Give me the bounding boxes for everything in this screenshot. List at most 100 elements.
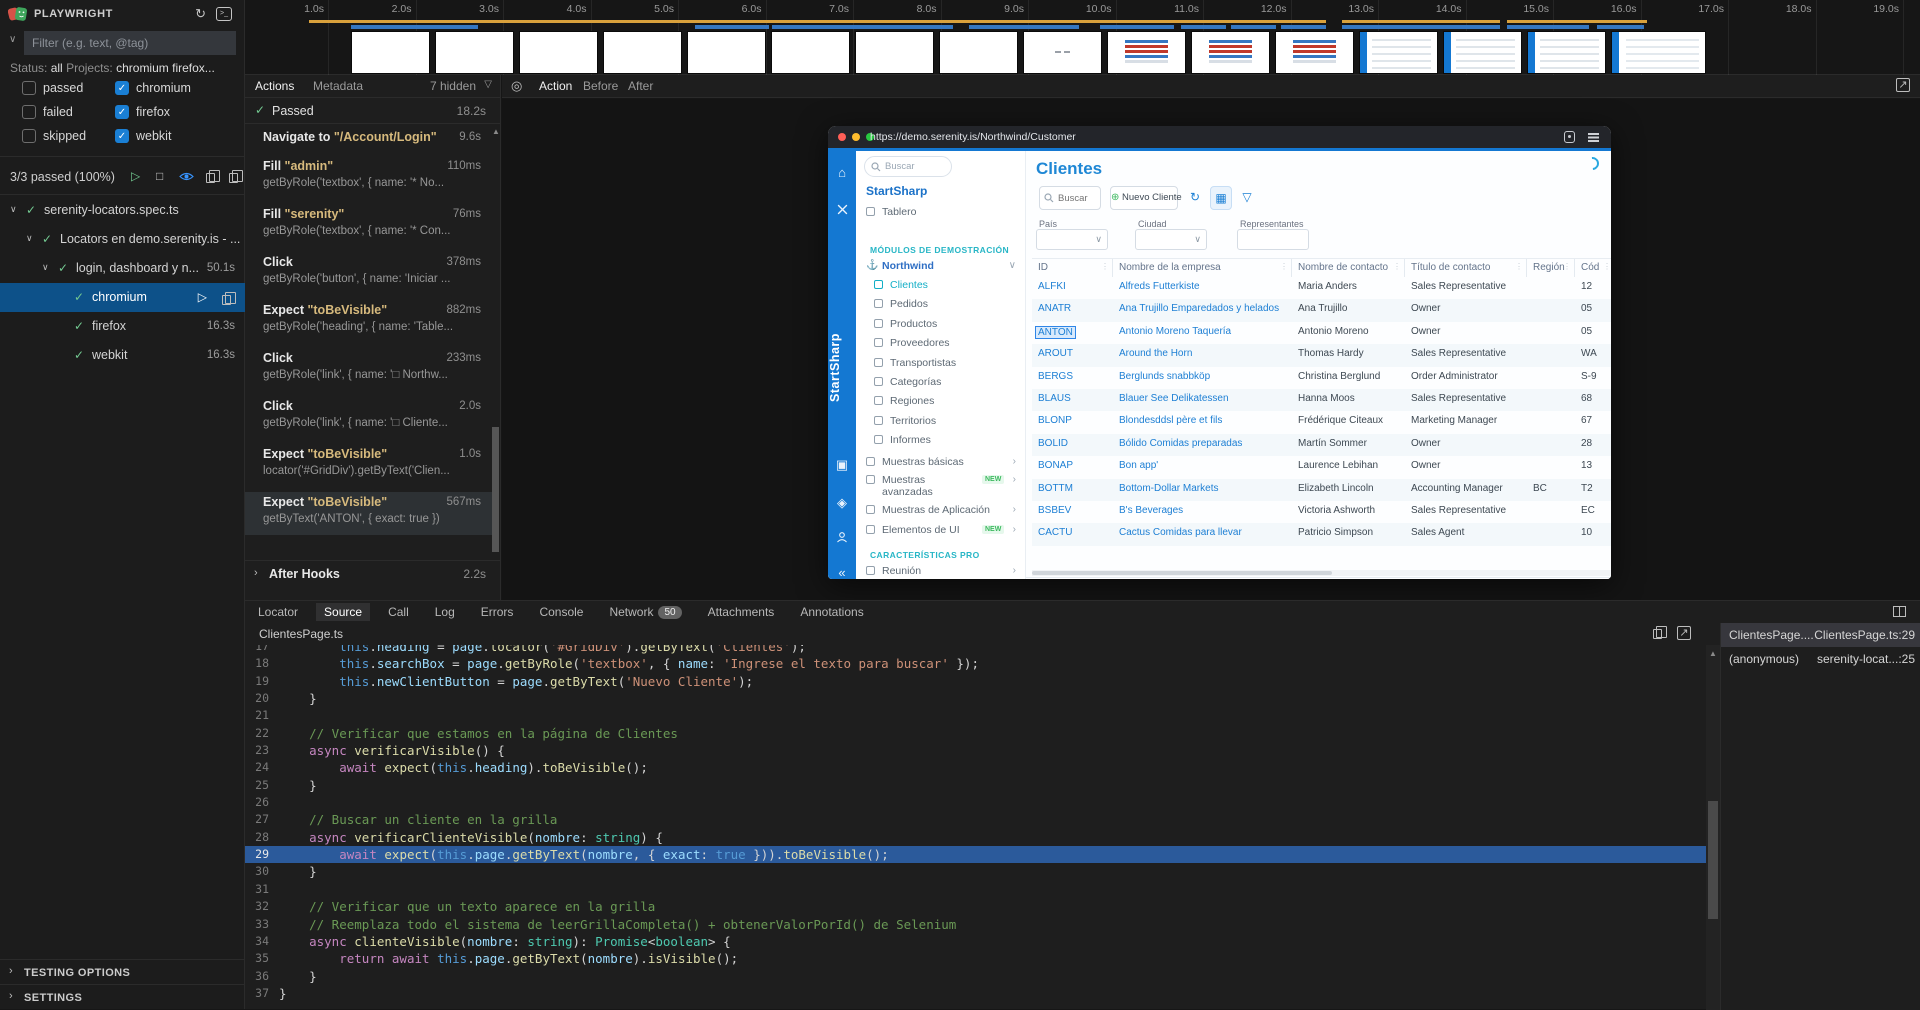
reveal-test-icon[interactable] [229,172,238,186]
after-hooks-row[interactable]: › After Hooks 2.2s [245,560,500,586]
timeline-screenshot-blank[interactable] [603,31,682,74]
sidebar-item-northwind[interactable]: ⚓ Northwind ∨ [856,259,1026,276]
open-external-icon[interactable]: ↗ [1896,78,1910,92]
collapse-sidebar-icon[interactable]: « [828,565,856,579]
code-line-28[interactable]: 28 async verificarClienteVisible(nombre:… [245,829,1706,846]
sidebar-item-informes[interactable]: Informes [856,433,1026,450]
code-line-35[interactable]: 35 return await this.page.getByText(nomb… [245,950,1706,967]
sidebar-item-regiones[interactable]: Regiones [856,394,1026,411]
cell-id[interactable]: BLAUS [1032,393,1113,404]
cell-nombre-de-la-empresa[interactable]: Bólido Comidas preparadas [1113,438,1292,449]
filter-actions-icon[interactable]: ▽ [484,79,492,90]
cell-nombre-de-la-empresa[interactable]: Cactus Comidas para llevar [1113,527,1292,538]
project-filter-chromium[interactable]: ✓chromium [115,80,235,100]
sidebar-item-proveedores[interactable]: Proveedores [856,336,1026,353]
timeline-screenshot-blank[interactable] [939,31,1018,74]
tab-log[interactable]: Log [435,605,455,619]
tree-item-webkit[interactable]: ✓webkit16.3s [0,341,245,370]
code-line-23[interactable]: 23 async verificarVisible() { [245,742,1706,759]
table-row-BOTTM[interactable]: BOTTMBottom-Dollar MarketsElizabeth Linc… [1032,479,1611,501]
timeline[interactable]: 1.0s2.0s3.0s4.0s5.0s6.0s7.0s8.0s9.0s10.0… [245,0,1920,75]
cell-nombre-de-la-empresa[interactable]: Bon app' [1113,460,1292,471]
tab-console[interactable]: Console [539,605,583,619]
scrollbar-thumb[interactable] [1032,571,1332,575]
ciudad-select[interactable]: ∨ [1135,229,1207,250]
browser-badge-icon[interactable] [1564,131,1575,143]
source-code[interactable]: 17 this.heading = page.locator('#GridDiv… [245,638,1706,1010]
checkbox[interactable] [22,105,36,119]
settings-section[interactable]: › SETTINGS [0,984,245,1009]
column-header-nombre-de-la-empresa[interactable]: Nombre de la empresa⋮ [1113,259,1292,277]
table-row-ANATR[interactable]: ANATRAna Trujillo Emparedados y heladosA… [1032,299,1611,321]
tab-action[interactable]: Action [539,79,572,93]
minimize-icon[interactable] [852,133,860,141]
code-line-18[interactable]: 18 this.searchBox = page.getByRole('text… [245,655,1706,672]
tree-item-locators-en-demo-serenity-is-[interactable]: ∨✓Locators en demo.serenity.is - ... [0,225,245,254]
action-item-7[interactable]: Expect "toBeVisible"1.0slocator('#GridDi… [245,444,493,492]
sidebar-item-reunion[interactable]: Reunión › [856,564,1026,579]
play-icon[interactable]: ▷ [198,290,207,304]
code-line-30[interactable]: 30 } [245,863,1706,880]
scrollbar-thumb[interactable] [492,427,499,552]
sidebar-item-transportistas[interactable]: Transportistas [856,356,1026,373]
cell-nombre-de-la-empresa[interactable]: Berglunds snabbköp [1113,371,1292,382]
code-scrollbar[interactable]: ▲ [1706,623,1720,1010]
checkbox[interactable]: ✓ [115,81,129,95]
code-line-25[interactable]: 25 } [245,777,1706,794]
chevron-down-icon[interactable]: ∨ [9,34,16,45]
sidebar-group-muestras-de-aplicaci-n[interactable]: Muestras de Aplicación› [856,503,1026,520]
table-row-BLAUS[interactable]: BLAUSBlauer See DelikatessenHanna MoosSa… [1032,389,1611,411]
tab-after[interactable]: After [628,79,653,93]
chevron-down-icon[interactable]: ∨ [26,233,33,244]
timeline-screenshot-sidebar[interactable] [1527,31,1606,74]
column-menu-icon[interactable]: ⋮ [1393,262,1401,271]
table-row-BONAP[interactable]: BONAPBon app'Laurence LebihanOwner13 [1032,456,1611,478]
actions-scrollbar[interactable]: ▲ [492,127,499,535]
checkbox[interactable] [22,81,36,95]
cell-id[interactable]: ALFKI [1032,281,1113,292]
cell-nombre-de-la-empresa[interactable]: Ana Trujillo Emparedados y helados [1113,303,1292,314]
cell-id[interactable]: BSBEV [1032,505,1113,516]
timeline-screenshot-blank[interactable] [435,31,514,74]
table-row-CACTU[interactable]: CACTUCactus Comidas para llevarPatricio … [1032,523,1611,545]
project-filter-webkit[interactable]: ✓webkit [115,128,235,148]
sidebar-item-clientes[interactable]: Clientes [856,278,1026,295]
timeline-screenshot-sidebar[interactable] [1359,31,1438,74]
cell-nombre-de-la-empresa[interactable]: B's Beverages [1113,505,1292,516]
sidebar-group-elementos-de-ui[interactable]: Elementos de UINEW› [856,523,1026,540]
action-item-6[interactable]: Click2.0sgetByRole('link', { name: '□ Cl… [245,396,493,444]
checkbox[interactable]: ✓ [115,105,129,119]
column-picker-icon[interactable]: ▦ [1210,186,1232,210]
split-columns-icon[interactable] [1893,606,1906,617]
project-filter-firefox[interactable]: ✓firefox [115,104,235,124]
code-line-37[interactable]: 37} [245,985,1706,1002]
code-line-26[interactable]: 26 [245,794,1706,811]
column-header-nombre-de-contacto[interactable]: Nombre de contacto⋮ [1292,259,1405,277]
column-header-c-d[interactable]: Cód⋮ [1575,259,1611,277]
action-item-4[interactable]: Expect "toBeVisible"882msgetByRole('head… [245,300,493,348]
terminal-icon[interactable]: >_ [216,7,232,21]
tab-network[interactable]: Network50 [609,605,681,619]
filter-input[interactable] [24,31,236,55]
tab-errors[interactable]: Errors [481,605,514,619]
cell-nombre-de-la-empresa[interactable]: Around the Horn [1113,348,1292,359]
action-item-2[interactable]: Fill "serenity"76msgetByRole('textbox', … [245,204,493,252]
filter-grid-icon[interactable]: ▽ [1236,186,1258,210]
pick-locator-icon[interactable]: ◎ [511,78,522,94]
user-icon[interactable] [828,531,856,546]
cell-nombre-de-la-empresa[interactable]: Blauer See Delikatessen [1113,393,1292,404]
code-line-22[interactable]: 22 // Verificar que estamos en la página… [245,725,1706,742]
code-line-33[interactable]: 33 // Reemplaza todo el sistema de leerG… [245,916,1706,933]
table-row-BSBEV[interactable]: BSBEVB's BeveragesVictoria AshworthSales… [1032,501,1611,523]
timeline-screenshot-blank[interactable] [519,31,598,74]
code-line-27[interactable]: 27 // Buscar un cliente en la grilla [245,811,1706,828]
table-row-BOLID[interactable]: BOLIDBólido Comidas preparadasMartín Som… [1032,434,1611,456]
watch-all-icon[interactable] [179,171,194,185]
code-line-32[interactable]: 32 // Verificar que un texto aparece en … [245,898,1706,915]
translate-icon[interactable]: ▣ [828,457,856,473]
action-item-8[interactable]: Expect "toBeVisible"567msgetByText('ANTO… [245,492,493,535]
cell-id[interactable]: AROUT [1032,348,1113,359]
cell-id[interactable]: BOLID [1032,438,1113,449]
table-row-ANTON[interactable]: ANTONAntonio Moreno TaqueríaAntonio More… [1032,322,1611,344]
new-client-button[interactable]: ⊕ Nuevo Cliente [1110,186,1178,210]
